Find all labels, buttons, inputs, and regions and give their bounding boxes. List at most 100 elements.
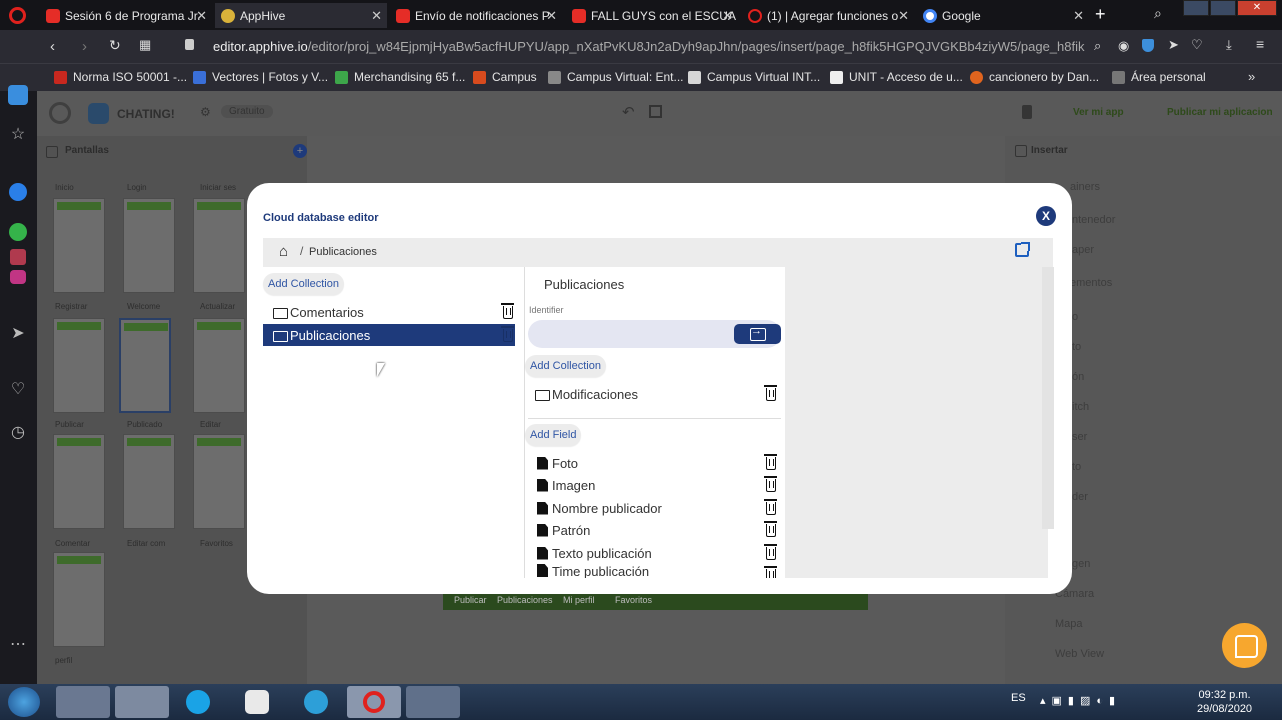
taskbar-app[interactable]	[56, 686, 110, 718]
add-screen-icon[interactable]: +	[293, 144, 307, 158]
bookmark-8[interactable]: cancionero by Dan...	[970, 70, 1099, 84]
taskbar-app[interactable]	[406, 686, 460, 718]
heart-icon[interactable]: ♡	[9, 381, 27, 399]
nav-item[interactable]: Publicaciones	[497, 595, 553, 605]
tray-icons[interactable]: ▴▣▮▨◐▮	[1040, 694, 1121, 707]
element-item[interactable]: ementos	[1070, 277, 1112, 289]
field-item[interactable]: Patrón	[537, 519, 781, 541]
collection-item[interactable]: Comentarios	[273, 301, 515, 323]
reload-icon[interactable]: ↻	[109, 37, 121, 54]
element-item[interactable]: to	[1072, 461, 1081, 473]
clock[interactable]: 09:32 p.m. 29/08/2020	[1197, 688, 1252, 716]
element-item[interactable]: itch	[1072, 401, 1089, 413]
trash-icon[interactable]	[764, 499, 777, 515]
close-icon[interactable]: ✕	[196, 8, 207, 24]
screen-thumb[interactable]	[53, 198, 105, 293]
tab-3[interactable]: Envío de notificaciones P ✕	[390, 3, 562, 28]
enter-document-button[interactable]	[734, 324, 781, 344]
screen-thumb[interactable]	[123, 434, 175, 529]
heart-icon[interactable]: ♡	[1191, 37, 1203, 53]
element-item[interactable]: gen	[1072, 558, 1090, 570]
undo-icon[interactable]: ↶	[622, 103, 635, 121]
collection-item-selected[interactable]: Publicaciones	[263, 324, 515, 346]
bookmark-5[interactable]: Campus Virtual: Ent...	[548, 70, 684, 84]
bookmark-3[interactable]: Merchandising 65 f...	[335, 70, 465, 84]
send-icon[interactable]: ➤	[1168, 37, 1179, 53]
tab-6[interactable]: Google ✕	[917, 3, 1089, 28]
breadcrumb-current[interactable]: Publicaciones	[309, 246, 377, 258]
screen-thumb[interactable]	[53, 434, 105, 529]
url-input[interactable]: editor.apphive.io/editor/proj_w84EjpmjHy…	[213, 39, 1085, 54]
telegram-icon[interactable]	[304, 690, 328, 714]
app-icon[interactable]	[10, 249, 26, 265]
field-item[interactable]: Texto publicación	[537, 542, 781, 564]
subcollection-item[interactable]: Modificaciones	[535, 383, 781, 405]
tab-2[interactable]: AppHive ✕	[215, 3, 387, 28]
close-icon[interactable]: ✕	[722, 8, 733, 24]
clock-icon[interactable]: ◷	[9, 424, 27, 442]
home-icon[interactable]	[8, 85, 28, 105]
trash-icon[interactable]	[764, 476, 777, 492]
bookmark-6[interactable]: Campus Virtual INT...	[688, 70, 820, 84]
menu-icon[interactable]: ≡	[1256, 36, 1264, 52]
close-window-button[interactable]: ✕	[1237, 0, 1277, 16]
trash-icon[interactable]	[764, 544, 777, 560]
trash-icon[interactable]	[764, 385, 777, 401]
more-bookmarks-icon[interactable]: »	[1248, 69, 1255, 84]
scrollbar-track[interactable]	[1042, 267, 1054, 529]
save-icon[interactable]	[649, 105, 662, 118]
phone-icon[interactable]	[1022, 105, 1032, 119]
instagram-icon[interactable]	[10, 270, 26, 284]
element-item[interactable]: ser	[1072, 431, 1087, 443]
bookmark-1[interactable]: Norma ISO 50001 -...	[54, 70, 187, 84]
tab-1[interactable]: Sesión 6 de Programa Jr. ✕	[40, 3, 212, 28]
close-icon[interactable]: ✕	[898, 8, 909, 24]
open-external-icon[interactable]	[1015, 242, 1030, 257]
tab-4[interactable]: FALL GUYS con el ESCUA ✕	[566, 3, 738, 28]
star-icon[interactable]: ☆	[9, 126, 27, 144]
minimize-button[interactable]	[1183, 0, 1209, 16]
screen-thumb[interactable]	[193, 318, 245, 413]
bookmark-4[interactable]: Campus	[473, 70, 537, 84]
slack-icon[interactable]	[245, 690, 269, 714]
back-icon[interactable]: ‹	[50, 38, 55, 55]
field-item[interactable]: Imagen	[537, 474, 781, 496]
send-icon[interactable]: ➤	[9, 325, 27, 343]
settings-icon[interactable]: ⚙	[200, 105, 211, 119]
trash-icon[interactable]	[764, 521, 777, 537]
forward-icon[interactable]: ›	[82, 38, 87, 55]
chat-icon[interactable]	[1222, 623, 1267, 668]
element-item[interactable]: ainers	[1070, 181, 1100, 193]
publish-button[interactable]: Publicar mi aplicacion	[1167, 107, 1273, 118]
screen-thumb[interactable]	[123, 198, 175, 293]
add-collection-button[interactable]: Add Collection	[263, 273, 344, 295]
nav-item[interactable]: Mi perfil	[563, 595, 595, 605]
insert-tab[interactable]: Insertar	[1015, 145, 1068, 157]
shield-icon[interactable]	[1142, 39, 1154, 52]
element-item[interactable]: Web View	[1055, 648, 1104, 660]
bookmark-9[interactable]: Área personal	[1112, 70, 1206, 84]
home-icon[interactable]: ⌂	[279, 243, 288, 260]
tab-5[interactable]: (1) | Agregar funciones o ✕	[742, 3, 914, 28]
close-icon[interactable]: ✕	[371, 8, 382, 24]
add-field-button[interactable]: Add Field	[525, 424, 582, 446]
screen-thumb[interactable]	[119, 318, 171, 413]
download-icon[interactable]: ⤓	[1226, 37, 1232, 53]
language-indicator[interactable]: ES	[1011, 692, 1026, 704]
new-tab-icon[interactable]: +	[1095, 4, 1106, 25]
element-item[interactable]: Mapa	[1055, 618, 1083, 630]
opera-logo-icon[interactable]	[9, 7, 26, 24]
field-item[interactable]: Nombre publicador	[537, 497, 781, 519]
whatsapp-icon[interactable]	[9, 223, 27, 241]
taskbar-opera[interactable]	[347, 686, 401, 718]
element-item[interactable]: to	[1072, 341, 1081, 353]
trash-icon[interactable]	[764, 454, 777, 470]
plan-badge[interactable]: Gratuito	[221, 105, 273, 118]
skype-icon[interactable]	[186, 690, 210, 714]
trash-icon[interactable]	[764, 566, 777, 578]
more-icon[interactable]: ⋯	[9, 636, 27, 654]
trash-icon[interactable]	[501, 303, 514, 319]
close-icon[interactable]: ✕	[546, 8, 557, 24]
element-item[interactable]: ntenedor	[1072, 214, 1115, 226]
add-subcollection-button[interactable]: Add Collection	[525, 355, 606, 377]
